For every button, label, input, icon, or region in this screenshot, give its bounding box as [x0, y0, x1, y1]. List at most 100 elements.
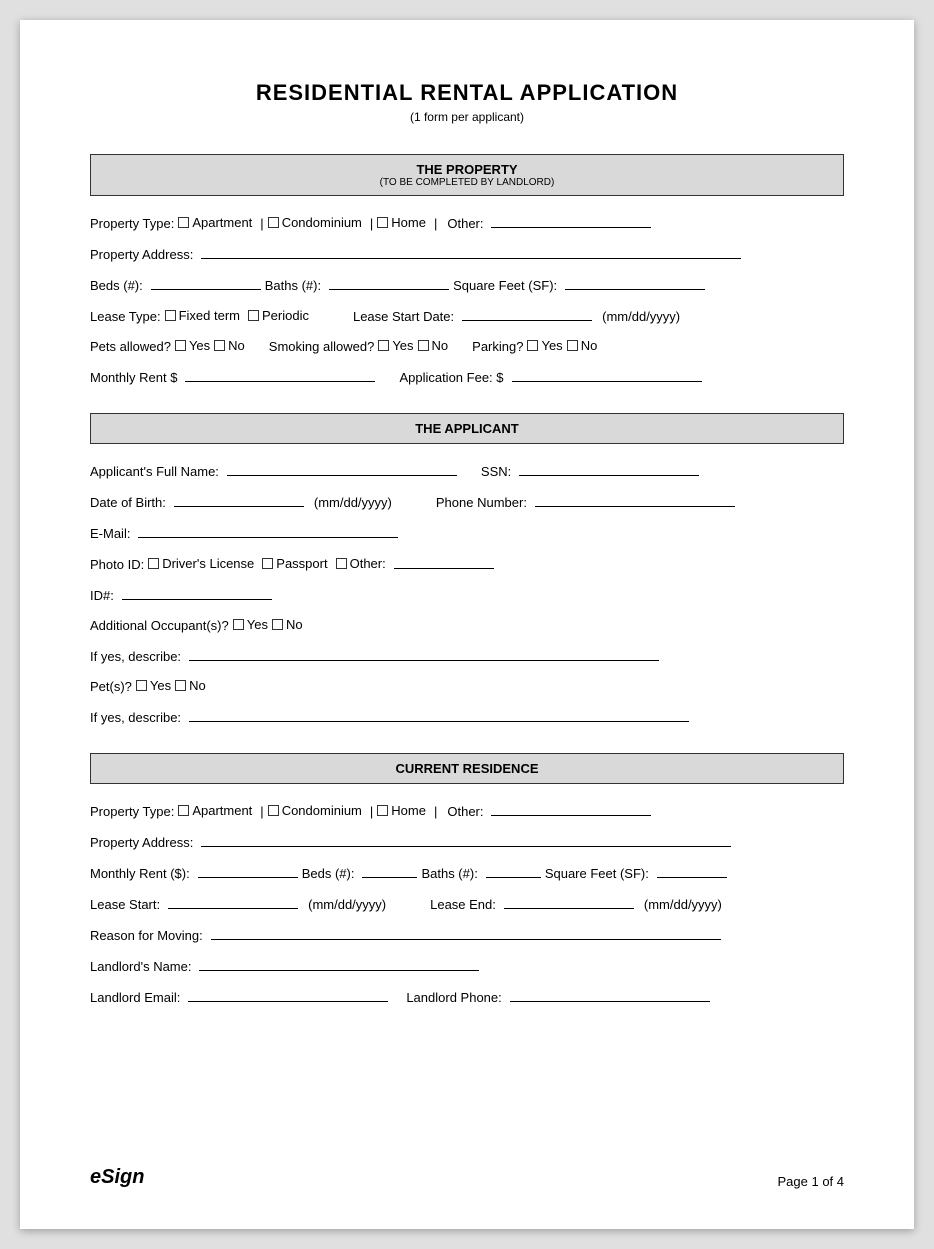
occupants-no-checkbox[interactable]	[272, 619, 283, 630]
pets-allowed-label: Pets allowed?	[90, 339, 171, 354]
parking-yes-item[interactable]: Yes	[527, 338, 562, 353]
home-checkbox-item[interactable]: Home	[377, 215, 426, 230]
drivers-license-checkbox[interactable]	[148, 558, 159, 569]
applicant-section: THE APPLICANT Applicant's Full Name: SSN…	[90, 413, 844, 725]
pets-yes-checkbox[interactable]	[175, 340, 186, 351]
pets-yes-item[interactable]: Yes	[175, 338, 210, 353]
page-number: Page 1 of 4	[778, 1174, 845, 1189]
pets2-yes-item[interactable]: Yes	[136, 678, 171, 693]
parking-yes-checkbox[interactable]	[527, 340, 538, 351]
cr-sqft-field[interactable]	[657, 864, 727, 878]
passport-checkbox[interactable]	[262, 558, 273, 569]
other-field[interactable]	[491, 214, 651, 228]
cr-apartment-checkbox[interactable]	[178, 805, 189, 816]
apartment-checkbox-item[interactable]: Apartment	[178, 215, 252, 230]
phone-field[interactable]	[535, 493, 735, 507]
cr-landlord-name-label: Landlord's Name:	[90, 959, 191, 974]
lease-start-field[interactable]	[462, 307, 592, 321]
monthly-rent-label: Monthly Rent $	[90, 370, 177, 385]
cr-home-checkbox[interactable]	[377, 805, 388, 816]
parking-no-item[interactable]: No	[567, 338, 598, 353]
smoking-yes-item[interactable]: Yes	[378, 338, 413, 353]
property-type-row: Property Type: Apartment | Condominium |…	[90, 214, 844, 231]
cr-address-field[interactable]	[201, 833, 731, 847]
id-num-row: ID#:	[90, 586, 844, 603]
property-header: THE PROPERTY (TO BE COMPLETED BY LANDLOR…	[90, 154, 844, 196]
cr-condo-item[interactable]: Condominium	[268, 803, 362, 818]
passport-item[interactable]: Passport	[262, 556, 327, 571]
dob-phone-row: Date of Birth: (mm/dd/yyyy) Phone Number…	[90, 493, 844, 510]
pets2-yes-checkbox[interactable]	[136, 680, 147, 691]
pets2-no-label: No	[189, 678, 206, 693]
smoking-no-checkbox[interactable]	[418, 340, 429, 351]
app-fee-field[interactable]	[512, 368, 702, 382]
cr-condo-checkbox[interactable]	[268, 805, 279, 816]
smoking-label: Smoking allowed?	[269, 339, 375, 354]
pets-no-checkbox[interactable]	[214, 340, 225, 351]
occupants-describe-field[interactable]	[189, 647, 659, 661]
pets-no-item[interactable]: No	[214, 338, 245, 353]
occupants-no-item[interactable]: No	[272, 617, 303, 632]
cr-sep2: |	[370, 804, 373, 819]
other-id-item[interactable]: Other:	[336, 556, 386, 571]
cr-other-field[interactable]	[491, 802, 651, 816]
cr-lease-start-field[interactable]	[168, 895, 298, 909]
cr-condo-label: Condominium	[282, 803, 362, 818]
if-yes-describe2-label: If yes, describe:	[90, 710, 181, 725]
smoking-yes-checkbox[interactable]	[378, 340, 389, 351]
applicant-header-title: THE APPLICANT	[91, 421, 843, 436]
cr-other-label: Other:	[447, 804, 483, 819]
cr-monthly-rent-field[interactable]	[198, 864, 298, 878]
other-id-field[interactable]	[394, 555, 494, 569]
ssn-field[interactable]	[519, 462, 699, 476]
full-name-field[interactable]	[227, 462, 457, 476]
apartment-checkbox[interactable]	[178, 217, 189, 228]
beds-field[interactable]	[151, 276, 261, 290]
sqft-label: Square Feet (SF):	[453, 278, 557, 293]
additional-occupants-label: Additional Occupant(s)?	[90, 618, 229, 633]
other-id-checkbox[interactable]	[336, 558, 347, 569]
condo-checkbox[interactable]	[268, 217, 279, 228]
beds-baths-sqft-row: Beds (#): Baths (#): Square Feet (SF):	[90, 276, 844, 293]
fixed-term-checkbox[interactable]	[165, 310, 176, 321]
cr-baths-field[interactable]	[486, 864, 541, 878]
email-field[interactable]	[138, 524, 398, 538]
pets2-no-checkbox[interactable]	[175, 680, 186, 691]
sqft-field[interactable]	[565, 276, 705, 290]
pets-row: Pet(s)? Yes No	[90, 678, 844, 694]
pets2-no-item[interactable]: No	[175, 678, 206, 693]
condo-checkbox-item[interactable]: Condominium	[268, 215, 362, 230]
smoking-no-item[interactable]: No	[418, 338, 449, 353]
cr-landlord-name-field[interactable]	[199, 957, 479, 971]
cr-landlord-email-field[interactable]	[188, 988, 388, 1002]
cr-beds-label: Beds (#):	[302, 866, 355, 881]
cr-beds-field[interactable]	[362, 864, 417, 878]
cr-lease-end-field[interactable]	[504, 895, 634, 909]
parking-no-checkbox[interactable]	[567, 340, 578, 351]
cr-lease-end-label: Lease End:	[430, 897, 496, 912]
pets-describe-field[interactable]	[189, 708, 689, 722]
other-id-label: Other:	[350, 556, 386, 571]
monthly-rent-field[interactable]	[185, 368, 375, 382]
dob-field[interactable]	[174, 493, 304, 507]
phone-label: Phone Number:	[436, 495, 527, 510]
baths-field[interactable]	[329, 276, 449, 290]
id-field[interactable]	[122, 586, 272, 600]
occupants-yes-checkbox[interactable]	[233, 619, 244, 630]
current-residence-header-title: CURRENT RESIDENCE	[91, 761, 843, 776]
email-row: E-Mail:	[90, 524, 844, 541]
periodic-checkbox[interactable]	[248, 310, 259, 321]
fixed-term-item[interactable]: Fixed term	[165, 308, 240, 323]
periodic-item[interactable]: Periodic	[248, 308, 309, 323]
drivers-license-item[interactable]: Driver's License	[148, 556, 254, 571]
cr-home-item[interactable]: Home	[377, 803, 426, 818]
occupants-yes-item[interactable]: Yes	[233, 617, 268, 632]
cr-reason-field[interactable]	[211, 926, 721, 940]
periodic-label: Periodic	[262, 308, 309, 323]
current-residence-header: CURRENT RESIDENCE	[90, 753, 844, 784]
cr-apartment-item[interactable]: Apartment	[178, 803, 252, 818]
home-checkbox[interactable]	[377, 217, 388, 228]
property-address-field[interactable]	[201, 245, 741, 259]
cr-landlord-phone-field[interactable]	[510, 988, 710, 1002]
cr-lease-start-mmddyyyy: (mm/dd/yyyy)	[308, 897, 386, 912]
